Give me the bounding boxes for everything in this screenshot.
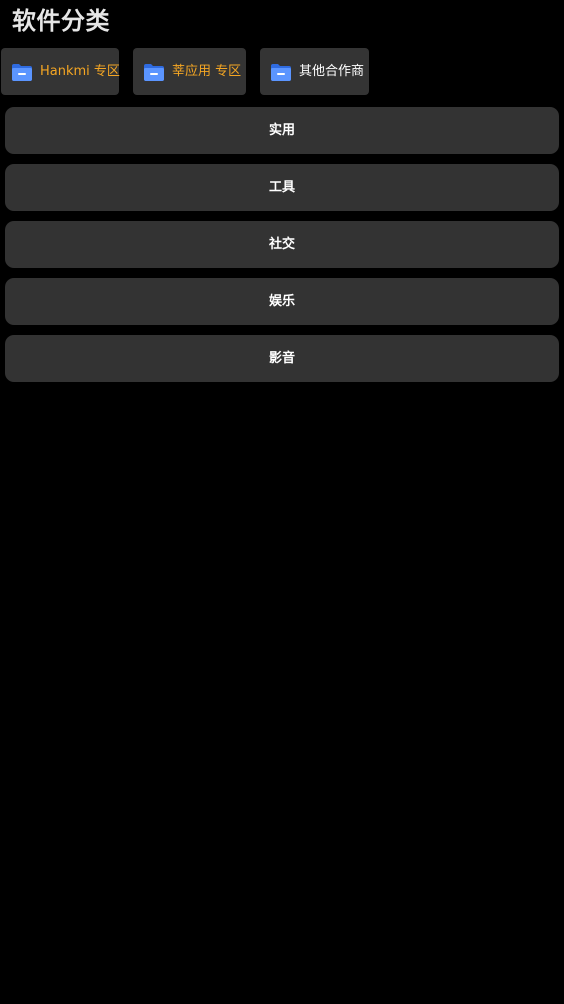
folder-partners-label: 其他合作商 <box>299 63 365 79</box>
folder-xinyingyong-label: 莘应用 专区 <box>172 63 242 79</box>
folder-partners-button[interactable]: 其他合作商 <box>260 48 369 95</box>
folder-icon <box>144 63 164 81</box>
category-label: 工具 <box>268 179 295 195</box>
category-label: 娱乐 <box>268 293 295 309</box>
category-item-entertainment[interactable]: 娱乐 <box>5 278 559 325</box>
category-item-media[interactable]: 影音 <box>5 335 559 382</box>
category-item-social[interactable]: 社交 <box>5 221 559 268</box>
category-label: 社交 <box>268 236 295 252</box>
page-title: 软件分类 <box>12 7 110 35</box>
category-list: 实用 工具 社交 娱乐 影音 <box>5 107 559 392</box>
folder-xinyingyong-button[interactable]: 莘应用 专区 <box>133 48 246 95</box>
folder-icon <box>271 63 291 81</box>
folder-hankmi-label: Hankmi 专区 <box>40 63 120 79</box>
folder-shortcut-row: Hankmi 专区 莘应用 专区 其他合作商 <box>0 48 564 95</box>
category-item-practical[interactable]: 实用 <box>5 107 559 154</box>
category-label: 实用 <box>268 122 295 138</box>
category-item-tools[interactable]: 工具 <box>5 164 559 211</box>
folder-hankmi-button[interactable]: Hankmi 专区 <box>1 48 120 95</box>
folder-icon <box>12 63 32 81</box>
category-label: 影音 <box>268 350 295 366</box>
